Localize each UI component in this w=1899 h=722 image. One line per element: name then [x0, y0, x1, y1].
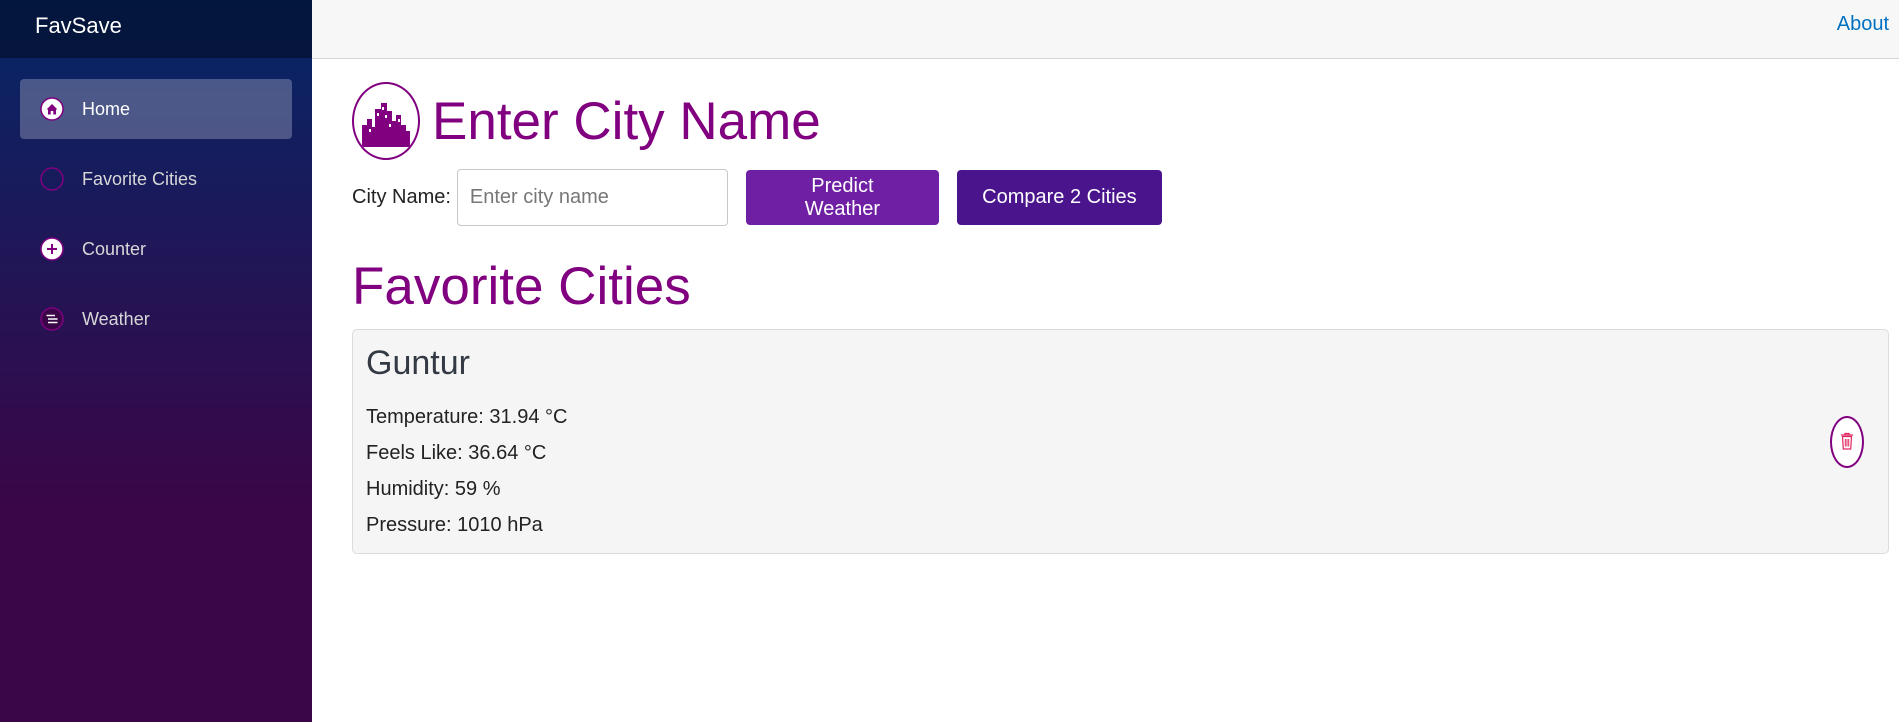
city-name-label: City Name: [352, 186, 451, 208]
feels-like-text: Feels Like: 36.64 °C [366, 442, 547, 464]
list-icon [40, 307, 64, 331]
pressure-text: Pressure: 1010 hPa [366, 514, 543, 536]
sidebar-nav: Home Favorite Cities Counter Weather [0, 58, 312, 349]
home-icon [40, 97, 64, 121]
sidebar-item-favorite-cities[interactable]: Favorite Cities [20, 149, 292, 209]
trash-icon [1840, 432, 1854, 453]
temperature-text: Temperature: 31.94 °C [366, 406, 568, 428]
favorites-title: Favorite Cities [352, 257, 691, 316]
sidebar-item-counter[interactable]: Counter [20, 219, 292, 279]
brand-bar: FavSave [0, 0, 312, 58]
sidebar-item-label: Home [82, 98, 131, 119]
city-name: Guntur [366, 344, 470, 382]
delete-city-button[interactable] [1830, 416, 1864, 468]
top-bar: About [312, 0, 1899, 59]
sidebar-item-home[interactable]: Home [20, 79, 292, 139]
city-skyline-icon [352, 82, 420, 160]
sidebar: FavSave Home Favorite Cities Counter Wea… [0, 0, 312, 722]
sidebar-item-label: Weather [82, 308, 150, 329]
predict-weather-button[interactable]: Predict Weather [745, 170, 939, 225]
page-title: Enter City Name [432, 91, 821, 151]
plus-circle-icon [40, 237, 64, 261]
city-name-input[interactable] [456, 169, 728, 226]
sidebar-item-weather[interactable]: Weather [20, 289, 292, 349]
sidebar-item-label: Counter [82, 238, 147, 259]
search-row: City Name: Predict Weather Compare 2 Cit… [352, 169, 1889, 226]
brand-name[interactable]: FavSave [35, 13, 122, 39]
hero-header: Enter City Name [352, 81, 1889, 161]
sidebar-item-label: Favorite Cities [82, 168, 198, 189]
city-card: Guntur Temperature: 31.94 °C Feels Like:… [352, 329, 1889, 554]
humidity-text: Humidity: 59 % [366, 478, 501, 500]
compare-cities-button[interactable]: Compare 2 Cities [956, 170, 1162, 225]
page-content: Enter City Name City Name: Predict Weath… [312, 59, 1899, 554]
main-area: About Enter City Name City Name: Enter c… [312, 0, 1899, 722]
about-link[interactable]: About [1837, 13, 1889, 36]
app-root: FavSave Home Favorite Cities Counter Wea… [0, 0, 1899, 722]
circle-icon [40, 167, 64, 191]
